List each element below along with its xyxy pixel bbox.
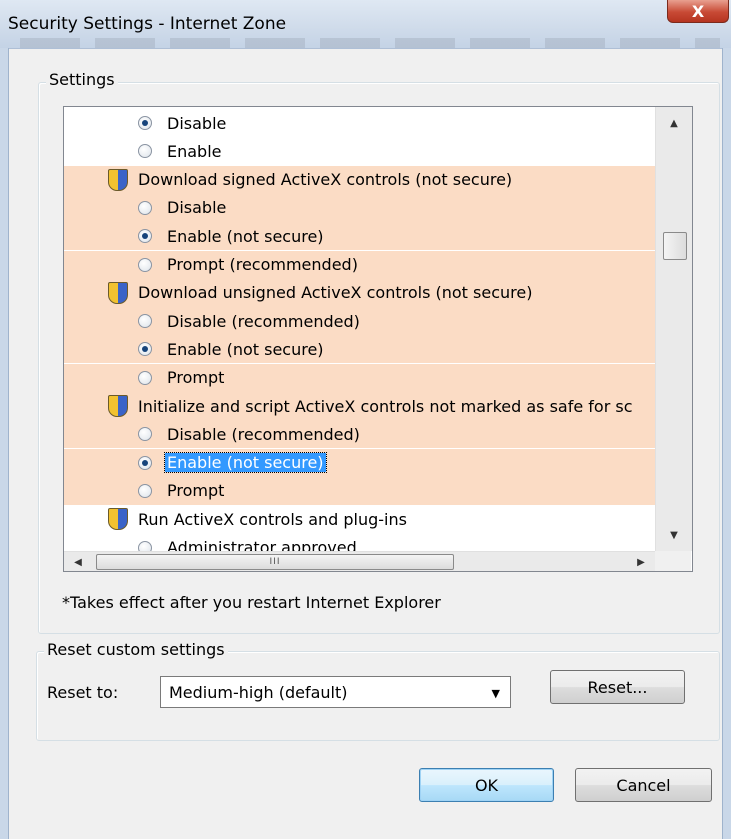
setting-category: Run ActiveX controls and plug-ins xyxy=(64,505,655,533)
scroll-down-arrow-icon[interactable]: ▼ xyxy=(656,521,692,549)
setting-category-label: Initialize and script ActiveX controls n… xyxy=(138,396,633,416)
window-frame-left xyxy=(0,48,9,839)
chevron-down-icon[interactable]: ▼ xyxy=(492,687,500,700)
setting-option-label: Prompt xyxy=(167,481,225,501)
vertical-scroll-thumb[interactable] xyxy=(663,232,687,260)
setting-option-label: Enable xyxy=(167,141,222,161)
setting-category-label: Run ActiveX controls and plug-ins xyxy=(138,509,407,529)
radio-button[interactable] xyxy=(138,483,152,498)
setting-option[interactable]: Prompt xyxy=(64,363,655,392)
close-button[interactable]: X xyxy=(667,0,729,23)
settings-group-legend: Settings xyxy=(46,70,118,89)
radio-button[interactable] xyxy=(138,116,152,130)
settings-listbox[interactable]: Disable Enable Download signed ActiveX con… xyxy=(63,106,693,572)
reset-level-dropdown[interactable]: Medium-high (default) ▼ xyxy=(160,676,511,708)
radio-button[interactable] xyxy=(138,427,152,442)
radio-button[interactable] xyxy=(138,200,152,215)
setting-option[interactable]: Disable (recommended) xyxy=(64,307,655,336)
settings-list-viewport: Disable Enable Download signed ActiveX con… xyxy=(64,107,655,551)
radio-button[interactable] xyxy=(138,455,152,470)
setting-category: Download signed ActiveX controls (not se… xyxy=(64,165,655,194)
setting-category-label: Download unsigned ActiveX controls (not … xyxy=(138,283,533,303)
setting-option-label: Disable (recommended) xyxy=(167,424,360,444)
setting-option-label: Enable (not secure) xyxy=(167,339,324,359)
reset-to-label: Reset to: xyxy=(47,683,119,702)
setting-option[interactable]: Enable xyxy=(64,137,655,165)
radio-button[interactable] xyxy=(138,229,152,244)
restart-note: *Takes effect after you restart Internet… xyxy=(62,593,441,612)
radio-button[interactable] xyxy=(138,540,152,551)
window-title: Security Settings - Internet Zone xyxy=(8,14,287,34)
reset-button[interactable]: Reset... xyxy=(550,670,685,704)
setting-option[interactable]: Prompt xyxy=(64,476,655,505)
setting-option[interactable]: Administrator approved xyxy=(64,534,655,551)
setting-category: Initialize and script ActiveX controls n… xyxy=(64,392,655,420)
radio-button[interactable] xyxy=(138,314,152,329)
setting-option[interactable]: Disable xyxy=(64,109,655,137)
setting-option[interactable]: Disable xyxy=(64,193,655,222)
setting-option-label: Disable xyxy=(167,113,227,133)
setting-option-label: Prompt xyxy=(167,368,225,388)
shield-icon xyxy=(108,281,128,304)
setting-option[interactable]: Prompt (recommended) xyxy=(64,250,655,279)
radio-dot xyxy=(142,459,148,466)
shield-icon xyxy=(108,508,128,531)
radio-button[interactable] xyxy=(138,144,152,159)
ok-button[interactable]: OK xyxy=(419,768,554,802)
shield-icon xyxy=(108,395,128,417)
vertical-scrollbar[interactable]: ▲ ▼ xyxy=(655,107,692,551)
cancel-button[interactable]: Cancel xyxy=(575,768,712,802)
setting-option-label: Enable (not secure) xyxy=(167,226,324,246)
radio-dot xyxy=(142,120,148,126)
setting-option[interactable]: Enable (not secure) xyxy=(64,448,655,477)
setting-category: Download unsigned ActiveX controls (not … xyxy=(64,278,655,307)
setting-option-label: Enable (not secure) xyxy=(164,452,327,474)
background-tabs xyxy=(20,38,720,48)
setting-option-label: Disable (recommended) xyxy=(167,311,360,331)
scroll-up-arrow-icon[interactable]: ▲ xyxy=(656,109,692,137)
shield-icon xyxy=(108,168,128,191)
setting-option-label: Prompt (recommended) xyxy=(167,255,358,274)
horizontal-scroll-thumb[interactable]: III xyxy=(96,554,454,570)
title-bar: Security Settings - Internet Zone X xyxy=(0,0,731,49)
radio-dot xyxy=(142,233,148,240)
radio-button[interactable] xyxy=(138,370,152,385)
scrollbar-corner xyxy=(655,551,691,571)
setting-option-label: Disable xyxy=(167,198,227,218)
scroll-left-arrow-icon[interactable]: ◀ xyxy=(66,552,90,571)
setting-option[interactable]: Enable (not secure) xyxy=(64,335,655,364)
reset-level-value: Medium-high (default) xyxy=(169,682,348,702)
setting-option-label: Administrator approved xyxy=(167,538,357,551)
reset-group-legend: Reset custom settings xyxy=(44,640,228,659)
scroll-right-arrow-icon[interactable]: ▶ xyxy=(629,552,653,571)
window-frame-right xyxy=(722,48,731,839)
setting-category-label: Download signed ActiveX controls (not se… xyxy=(138,170,513,190)
radio-dot xyxy=(142,346,148,353)
setting-option[interactable]: Enable (not secure) xyxy=(64,222,655,251)
radio-button[interactable] xyxy=(138,257,152,272)
horizontal-scrollbar[interactable]: ◀ III ▶ xyxy=(64,551,655,571)
setting-option[interactable]: Disable (recommended) xyxy=(64,420,655,449)
radio-button[interactable] xyxy=(138,342,152,357)
